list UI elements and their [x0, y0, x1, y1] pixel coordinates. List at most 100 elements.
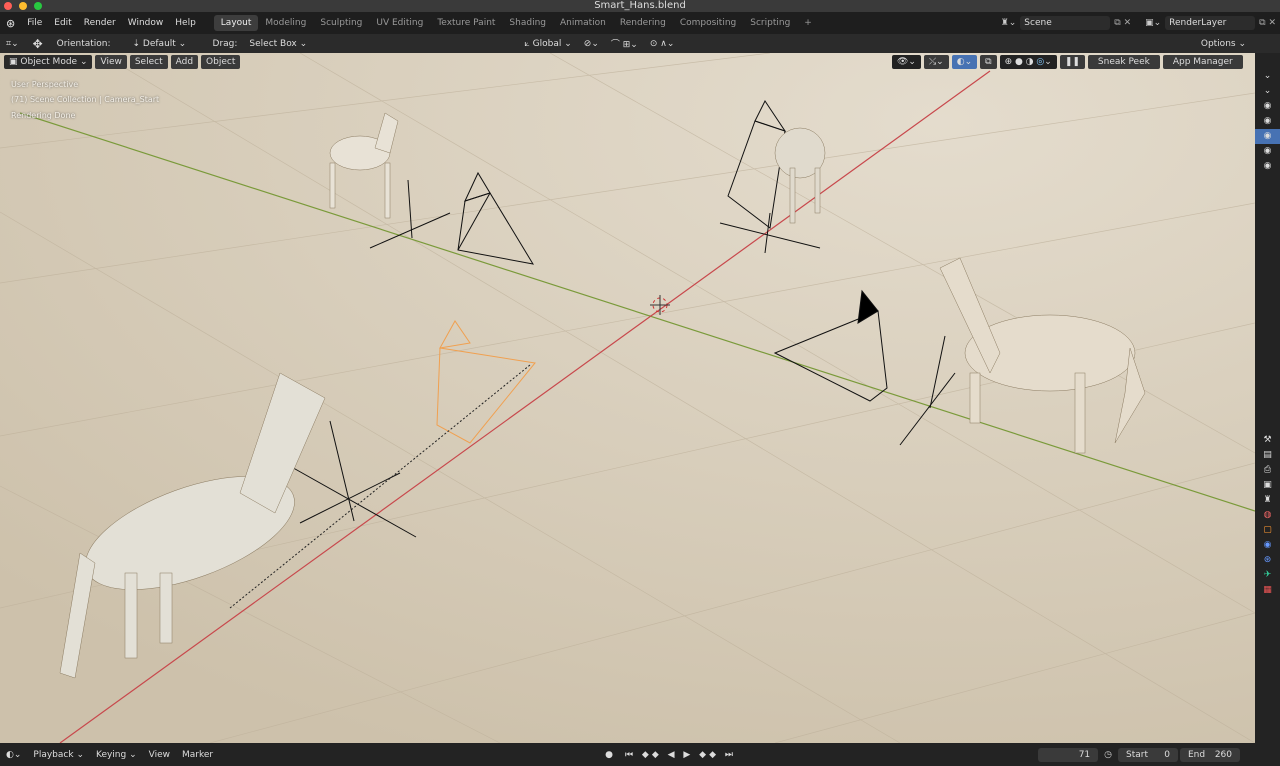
orientation-label: Orientation:: [56, 38, 111, 49]
scene-icon[interactable]: ♜⌄: [1001, 18, 1017, 28]
world-tab-icon[interactable]: ◍: [1255, 508, 1280, 523]
active-object-text: (71) Scene Collection | Camera_Start: [11, 95, 160, 104]
view-name-text: User Perspective: [11, 80, 79, 89]
shading-modes-icon[interactable]: ⊕ ● ◑ ◎⌄: [999, 55, 1057, 69]
start-frame-field[interactable]: Start 0: [1118, 747, 1178, 762]
tab-layout[interactable]: Layout: [213, 15, 259, 31]
options-label: Options: [1200, 38, 1236, 49]
output-tab-icon[interactable]: ⎙: [1255, 463, 1280, 478]
collapse-icon[interactable]: ⌄: [1255, 84, 1280, 99]
editor-type-icon[interactable]: ◐⌄: [0, 750, 27, 760]
clock-icon[interactable]: ◷: [1104, 750, 1112, 760]
close-window-button[interactable]: [4, 2, 12, 10]
eye-icon[interactable]: ◉: [1255, 144, 1280, 159]
eye-icon[interactable]: ◉: [1255, 159, 1280, 174]
pause-icon[interactable]: ❚❚: [1059, 55, 1085, 69]
tab-uv-editing[interactable]: UV Editing: [369, 15, 430, 31]
marker-menu[interactable]: Marker: [176, 748, 219, 762]
keying-menu[interactable]: Keying ⌄: [90, 748, 143, 762]
eye-icon[interactable]: ◉: [1255, 129, 1280, 144]
transform-orientation-value: Global: [532, 38, 562, 49]
proportional-edit-icon[interactable]: ⊙ ∧⌄: [644, 37, 681, 51]
tool-tab-icon[interactable]: ⚒: [1255, 433, 1280, 448]
select-menu[interactable]: Select: [129, 55, 168, 69]
end-frame-field[interactable]: End 260: [1180, 747, 1240, 762]
current-frame-field[interactable]: 71: [1038, 747, 1099, 762]
viewport-header-right: 👁⌄ ⤯⌄ ◐⌄ ⧉ ⊕ ● ◑ ◎⌄ ❚❚ Sneak Peek App Ma…: [892, 55, 1246, 69]
drag-dropdown[interactable]: Select Box ⌄: [243, 37, 318, 51]
tab-modeling[interactable]: Modeling: [258, 15, 313, 31]
modifier-tab-icon[interactable]: ◉: [1255, 538, 1280, 553]
tab-sculpting[interactable]: Sculpting: [313, 15, 369, 31]
constraints-tab-icon[interactable]: ⊛: [1255, 553, 1280, 568]
tool-header: ⌗⌄ ✥ Orientation: ⇣ Default ⌄ Drag: Sele…: [0, 34, 1280, 53]
menu-render[interactable]: Render: [78, 18, 122, 28]
xray-icon[interactable]: ⧉: [980, 55, 997, 69]
sneak-peek-button[interactable]: Sneak Peek: [1087, 55, 1160, 69]
object-tab-icon[interactable]: ▢: [1255, 523, 1280, 538]
menu-bar: ⊛ File Edit Render Window Help Layout Mo…: [0, 12, 1280, 34]
tab-animation[interactable]: Animation: [553, 15, 613, 31]
record-button[interactable]: ●: [599, 748, 619, 762]
menu-file[interactable]: File: [21, 18, 48, 28]
object-menu[interactable]: Object: [201, 55, 241, 69]
data-tab-icon[interactable]: ✈: [1255, 568, 1280, 583]
viewport-header-left: ▣ Object Mode ⌄ View Select Add Object: [4, 55, 243, 69]
snap-icon[interactable]: ⌒ ⊞⌄: [605, 35, 644, 52]
menu-help[interactable]: Help: [169, 18, 202, 28]
3d-viewport[interactable]: ▣ Object Mode ⌄ View Select Add Object 👁…: [0, 53, 1255, 743]
orientation-value: Default: [142, 38, 176, 49]
drag-label: Drag:: [212, 38, 238, 49]
scene-tab-icon[interactable]: ♜: [1255, 493, 1280, 508]
playback-menu[interactable]: Playback ⌄: [27, 748, 90, 762]
view-menu-timeline[interactable]: View: [143, 748, 176, 762]
tab-shading[interactable]: Shading: [502, 15, 553, 31]
menu-window[interactable]: Window: [122, 18, 170, 28]
end-label: End: [1188, 749, 1206, 760]
mode-value: Object Mode: [20, 57, 78, 67]
new-scene-icon[interactable]: ⧉ ✕: [1114, 18, 1131, 28]
gizmo-icon[interactable]: ⤯⌄: [923, 55, 949, 69]
tool-icon[interactable]: ⌗⌄: [0, 39, 25, 49]
start-label: Start: [1126, 749, 1148, 760]
end-value: 260: [1214, 749, 1232, 760]
overlays-icon[interactable]: ◐⌄: [951, 55, 978, 69]
view-layer-field[interactable]: RenderLayer: [1165, 16, 1256, 30]
tab-scripting[interactable]: Scripting: [743, 15, 797, 31]
right-sidebar: ⌄ ⌄ ◉ ◉ ◉ ◉ ◉ ⚒ ▤ ⎙ ▣ ♜ ◍ ▢ ◉ ⊛ ✈ ▦: [1255, 53, 1280, 743]
collapse-icon[interactable]: ⌄: [1255, 69, 1280, 84]
texture-tab-icon[interactable]: ▦: [1255, 583, 1280, 598]
tab-rendering[interactable]: Rendering: [613, 15, 673, 31]
minimize-window-button[interactable]: [19, 2, 27, 10]
eye-icon[interactable]: ◉: [1255, 99, 1280, 114]
mode-dropdown[interactable]: ▣ Object Mode ⌄: [4, 55, 93, 69]
playback-label: Playback: [33, 749, 74, 760]
options-dropdown[interactable]: Options ⌄: [1195, 37, 1252, 51]
add-workspace-button[interactable]: +: [797, 15, 819, 31]
start-value: 0: [1164, 749, 1170, 760]
tab-texture-paint[interactable]: Texture Paint: [430, 15, 502, 31]
view-layer-tab-icon[interactable]: ▣: [1255, 478, 1280, 493]
playback-controls[interactable]: ⏮ ◆◆ ◀ ▶ ◆◆ ⏭: [619, 748, 742, 762]
menu-edit[interactable]: Edit: [48, 18, 77, 28]
pivot-icon[interactable]: ⊘⌄: [578, 37, 605, 51]
maximize-window-button[interactable]: [34, 2, 42, 10]
view-menu[interactable]: View: [95, 55, 127, 69]
tab-compositing[interactable]: Compositing: [673, 15, 743, 31]
drag-value: Select Box: [249, 38, 297, 49]
scene-name-field[interactable]: Scene: [1020, 16, 1111, 30]
viewport-scene: [0, 53, 1255, 743]
render-tab-icon[interactable]: ▤: [1255, 448, 1280, 463]
blender-logo-icon[interactable]: ⊛: [0, 17, 21, 30]
keying-label: Keying: [95, 749, 127, 760]
eye-icon[interactable]: ◉: [1255, 114, 1280, 129]
render-status-text: Rendering Done: [11, 111, 76, 120]
add-menu[interactable]: Add: [170, 55, 199, 69]
app-manager-button[interactable]: App Manager: [1162, 55, 1243, 69]
view-layer-icon[interactable]: ▣⌄: [1145, 18, 1161, 28]
orientation-dropdown[interactable]: ⇣ Default ⌄: [127, 37, 207, 51]
transform-orientation-dropdown[interactable]: ⟀ Global ⌄: [518, 37, 577, 51]
new-view-layer-icon[interactable]: ⧉ ✕: [1259, 18, 1276, 28]
move-icon[interactable]: ✥: [25, 37, 51, 51]
visibility-icon[interactable]: 👁⌄: [892, 55, 921, 69]
